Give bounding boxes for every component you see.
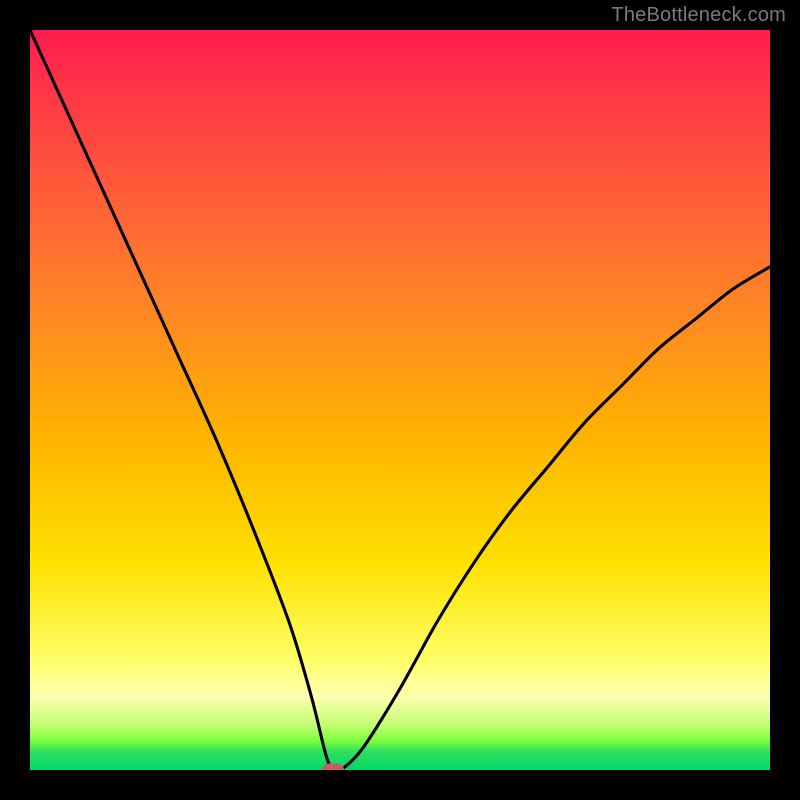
bottleneck-curve [30, 30, 770, 770]
optimal-marker-icon [322, 764, 344, 771]
chart-frame: TheBottleneck.com [0, 0, 800, 800]
watermark-text: TheBottleneck.com [611, 4, 786, 27]
plot-area [30, 30, 770, 770]
